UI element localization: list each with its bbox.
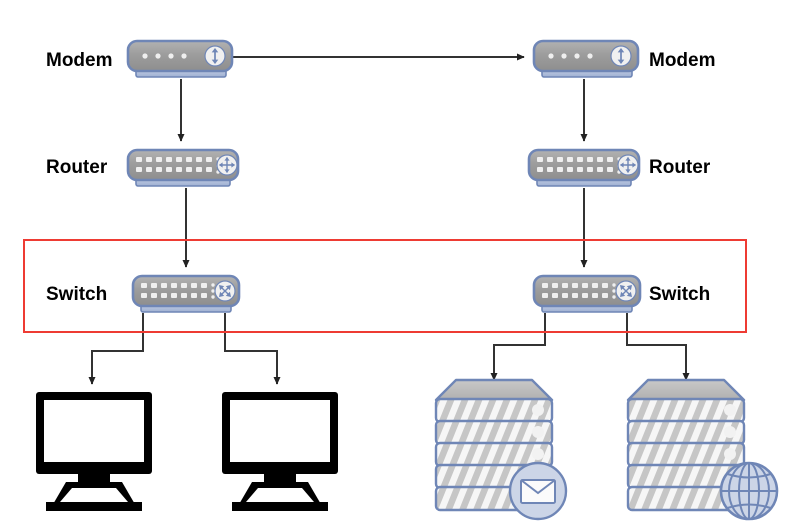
label-switch-left: Switch: [46, 284, 107, 305]
device-computer-1[interactable]: [36, 392, 152, 511]
device-mail-server[interactable]: [434, 378, 568, 521]
envelope-icon: [520, 479, 556, 504]
device-web-server[interactable]: [626, 378, 779, 521]
device-modem-left[interactable]: [126, 39, 234, 78]
device-computer-2[interactable]: [222, 392, 338, 511]
link-switch-right-to-mail-server: [490, 313, 546, 381]
link-switch-left-to-computer-2: [224, 313, 281, 385]
computer-1-stand-inner: [60, 488, 128, 502]
device-switch-left[interactable]: [131, 274, 241, 313]
device-router-right[interactable]: [527, 148, 641, 187]
computer-2-screen: [230, 400, 330, 462]
mail-server-top: [434, 378, 554, 402]
globe-icon: [719, 461, 779, 521]
computer-2-stand-inner: [246, 488, 314, 502]
label-router-left: Router: [46, 157, 108, 178]
device-router-left[interactable]: [126, 148, 240, 187]
label-modem-left: Modem: [46, 50, 113, 71]
device-switch-right[interactable]: [532, 274, 642, 313]
link-switch-left-to-computer-1: [88, 313, 144, 385]
network-diagram-canvas: Modem Modem Router Router Switch Switch: [0, 0, 800, 532]
computer-2-neck: [264, 474, 296, 482]
computer-1-base-bar: [46, 502, 142, 511]
connection-lines: [88, 53, 690, 385]
computer-1-screen: [44, 400, 144, 462]
label-switch-right: Switch: [649, 284, 710, 305]
computer-1-neck: [78, 474, 110, 482]
web-server-top: [626, 378, 746, 402]
device-modem-right[interactable]: [532, 39, 640, 78]
link-switch-right-to-web-server: [626, 313, 690, 381]
label-router-right: Router: [649, 157, 711, 178]
network-diagram: Modem Modem Router Router Switch Switch: [23, 39, 779, 521]
label-modem-right: Modem: [649, 50, 716, 71]
computer-2-base-bar: [232, 502, 328, 511]
